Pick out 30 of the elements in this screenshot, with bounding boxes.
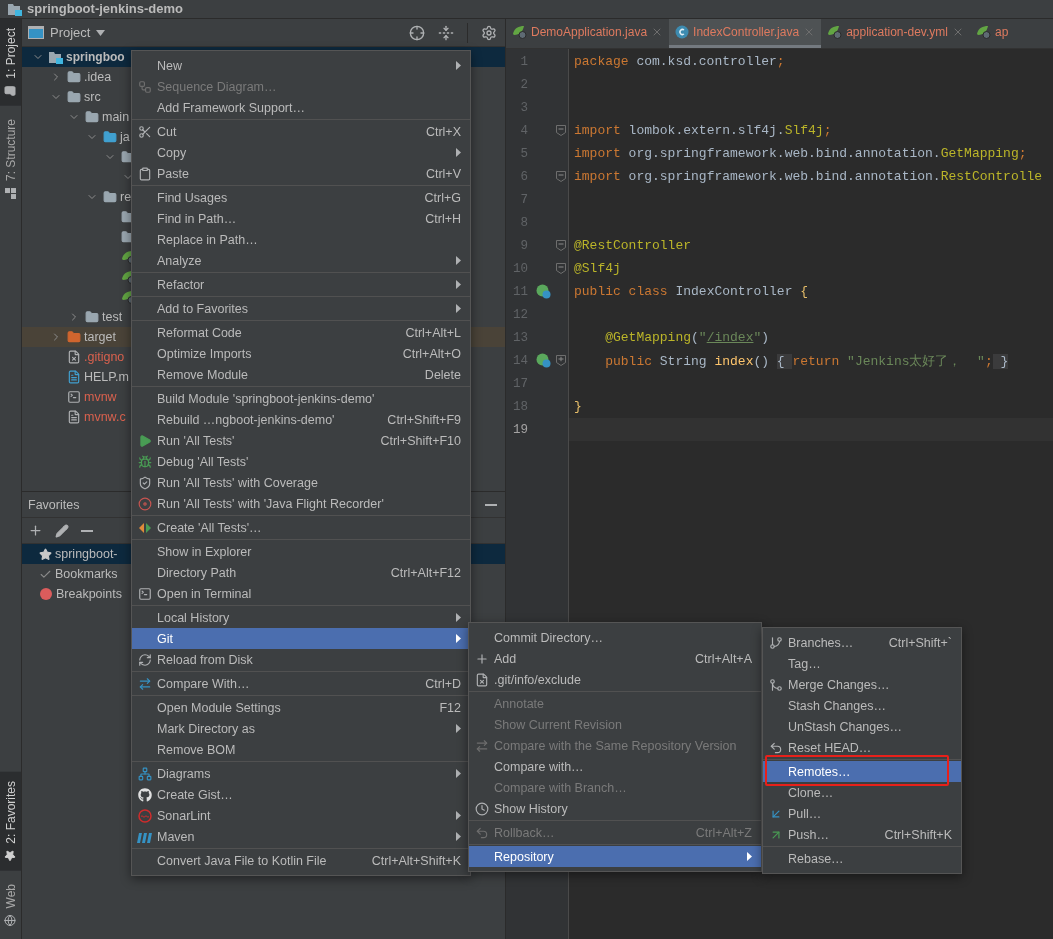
shortcut-label: Ctrl+X (425, 124, 461, 139)
shortcut-label: Delete (424, 367, 461, 382)
shortcut-label: Ctrl+Alt+Z (695, 825, 752, 840)
shortcut-label: Ctrl+Shift+K (884, 827, 952, 842)
code-line: @RestController (574, 238, 692, 253)
shortcut-label: Ctrl+H (425, 211, 461, 226)
code-line: import org.springframework.web.bind.annotation.GetMapping; (574, 146, 1027, 161)
code-line: package com.ksd.controller; (574, 54, 785, 69)
shortcut-label: Ctrl+D (425, 676, 461, 691)
shortcut-label: Ctrl+Alt+Shift+K (371, 853, 461, 868)
shortcut-label: Ctrl+Alt+L (405, 325, 461, 340)
code-line: } (574, 399, 582, 414)
shortcut-label: Ctrl+Alt+O (402, 346, 461, 361)
code-line: @Slf4j (574, 261, 621, 276)
code-line: public String index() { return "Jenkins太好了， "; } (604, 352, 1009, 370)
shortcut-label: Ctrl+V (425, 166, 461, 181)
shortcut-label: Ctrl+G (424, 190, 461, 205)
code-line: import lombok.extern.slf4j.Slf4j; (574, 123, 832, 138)
code-line: import org.springframework.web.bind.annotation.RestControlle (574, 169, 1043, 184)
shortcut-label: Ctrl+Shift+F10 (380, 433, 461, 448)
shortcut-label: F12 (439, 700, 461, 715)
shortcut-label: Ctrl+Alt+A (695, 651, 752, 666)
shortcut-label: Ctrl+Shift+F9 (387, 412, 461, 427)
shortcut-label: Ctrl+Shift+` (888, 635, 952, 650)
line-number: 19 (512, 422, 528, 437)
code-line: @GetMapping("/index") (604, 330, 770, 345)
window-title: springboot-jenkins-demo (27, 1, 183, 17)
panel-title: Favorites (28, 497, 80, 512)
code-line: public class IndexController { (574, 284, 809, 299)
shortcut-label: Ctrl+Alt+F12 (390, 565, 461, 580)
